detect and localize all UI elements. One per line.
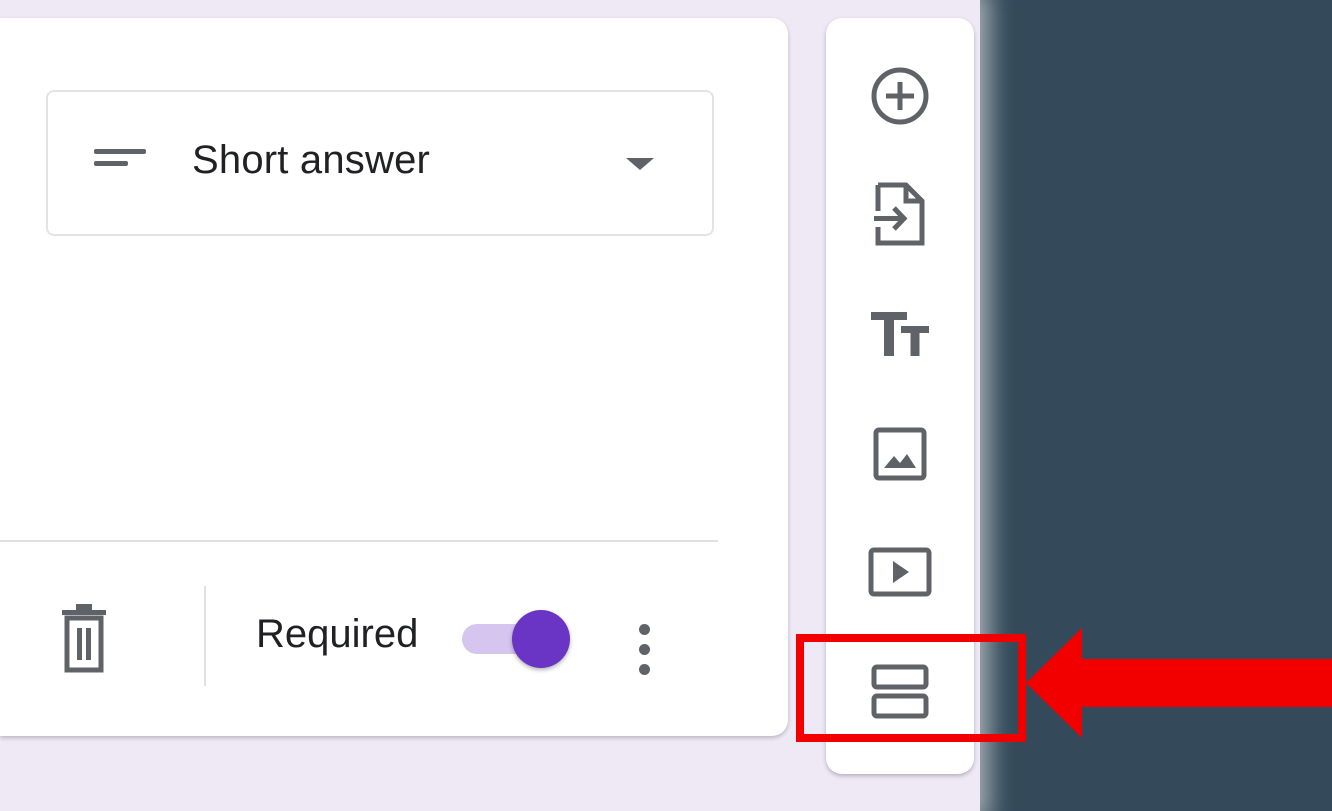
- add-image-button[interactable]: [860, 414, 940, 494]
- red-arrow-icon: [1026, 628, 1332, 738]
- add-question-button[interactable]: [860, 56, 940, 136]
- image-icon: [873, 427, 927, 481]
- section-highlight-box: [796, 634, 1026, 742]
- question-type-label: Short answer: [192, 138, 431, 182]
- import-questions-button[interactable]: [860, 174, 940, 254]
- required-toggle[interactable]: [460, 608, 575, 668]
- short-text-icon: [94, 149, 146, 173]
- chevron-down-icon: [626, 158, 654, 170]
- question-card[interactable]: Short answer Required: [0, 18, 788, 736]
- question-type-dropdown[interactable]: Short answer: [46, 90, 714, 236]
- footer-divider: [204, 586, 206, 686]
- import-file-icon: [874, 182, 925, 246]
- required-label: Required: [256, 612, 419, 656]
- add-video-button[interactable]: [860, 532, 940, 612]
- toggle-thumb: [512, 610, 570, 668]
- text-format-icon: [871, 312, 929, 356]
- add-circle-icon: [871, 67, 929, 125]
- trash-icon[interactable]: [60, 604, 108, 674]
- add-title-button[interactable]: [860, 294, 940, 374]
- video-icon: [868, 547, 932, 597]
- card-divider: [0, 540, 718, 542]
- more-vert-icon[interactable]: [626, 624, 662, 680]
